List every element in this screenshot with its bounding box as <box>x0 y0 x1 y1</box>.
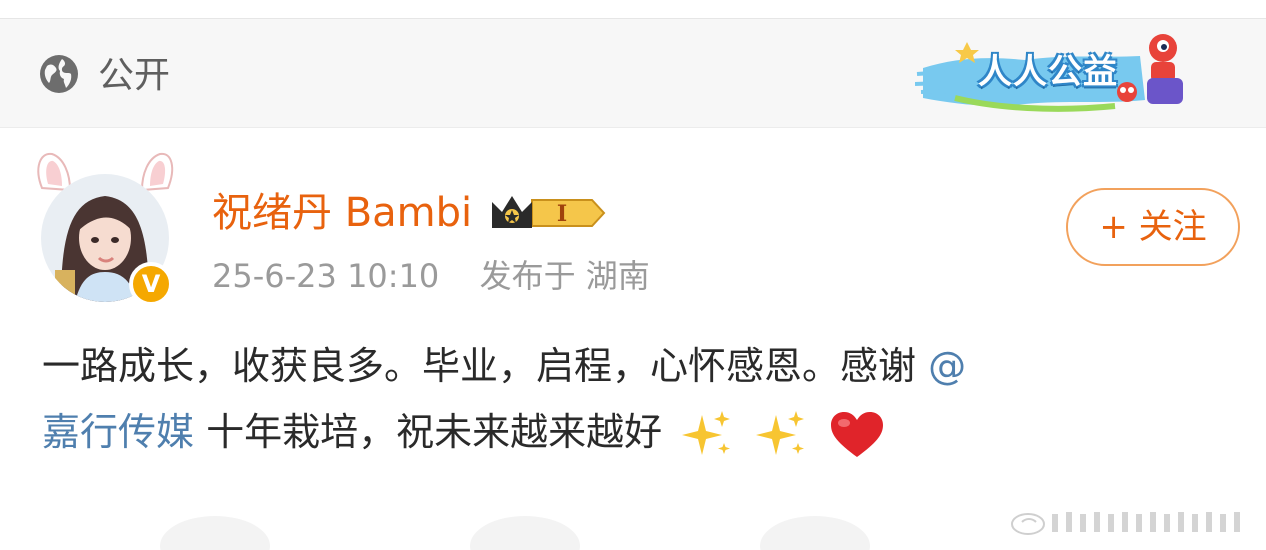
author-name[interactable]: 祝绪丹 Bambi <box>212 186 472 240</box>
member-crown-icon[interactable]: I <box>488 190 606 236</box>
watermark-logo-icon <box>1011 512 1240 535</box>
post-text-continued: 十年栽培，祝未来越来越好 <box>194 410 675 454</box>
verified-badge: V <box>129 262 173 306</box>
post-text-line-2: 嘉行传媒 十年栽培，祝未来越来越好 <box>42 404 886 461</box>
post-text-line-1: 一路成长，收获良多。毕业，启程，心怀感恩。感谢 @ <box>42 338 966 394</box>
action-placeholder <box>760 516 870 550</box>
mention-link-at[interactable]: @ <box>928 344 966 388</box>
post-date: 25-6-23 10:10 <box>212 257 440 295</box>
member-level: I <box>557 201 567 227</box>
action-placeholder <box>470 516 580 550</box>
sparkles-icon <box>682 410 731 455</box>
action-placeholder <box>160 516 270 550</box>
visibility-label: 公开 <box>98 55 171 96</box>
post-meta: 25-6-23 10:10 发布于 湖南 <box>212 254 650 298</box>
section-divider <box>0 127 1266 128</box>
post-text: 一路成长，收获良多。毕业，启程，心怀感恩。感谢 <box>42 344 929 388</box>
mention-link[interactable]: 嘉行传媒 <box>42 410 194 454</box>
sparkles-icon <box>756 410 805 455</box>
follow-button[interactable]: + 关注 <box>1066 188 1240 266</box>
red-heart-icon <box>831 411 884 457</box>
globe-icon <box>40 55 78 93</box>
post-location: 发布于 湖南 <box>479 257 650 295</box>
charity-banner-label: 人人公益 <box>978 52 1118 92</box>
